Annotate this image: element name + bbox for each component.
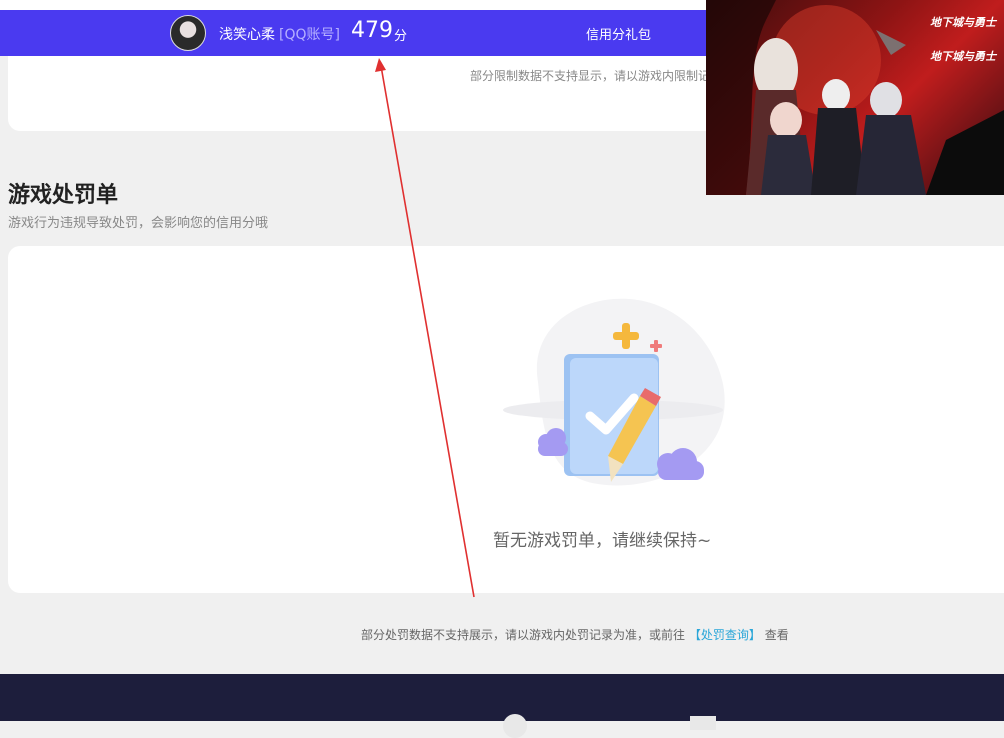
game-ad-banner[interactable]: 地下城与勇士 地下城与勇士: [706, 0, 1004, 195]
avatar[interactable]: [170, 15, 206, 51]
restriction-note: 部分限制数据不支持显示，请以游戏内限制记: [470, 69, 711, 83]
penalty-note-suffix: 查看: [764, 628, 789, 642]
credit-gift-link[interactable]: 信用分礼包: [586, 24, 651, 43]
footer: [0, 674, 1004, 738]
penalty-note: 部分处罚数据不支持展示，请以游戏内处罚记录为准，或前往 【处罚查询】 查看: [361, 626, 789, 643]
credit-score: 479: [351, 18, 393, 43]
penalty-section-subtitle: 游戏行为违规导致处罚，会影响您的信用分哦: [8, 216, 269, 231]
account-tag: [QQ账号]: [279, 27, 340, 43]
ad-logo-bottom: 地下城与勇士: [930, 50, 996, 63]
footer-wechat-icon[interactable]: [503, 714, 527, 738]
username: 浅笑心柔: [219, 27, 275, 43]
cloud-icon-small: [538, 428, 568, 456]
footer-app-icon[interactable]: [690, 716, 716, 730]
credit-score-unit: 分: [394, 29, 408, 44]
penalty-note-text: 部分处罚数据不支持展示，请以游戏内处罚记录为准，或前往: [361, 628, 686, 642]
penalty-query-link[interactable]: 【处罚查询】: [689, 628, 761, 642]
penalty-section-title: 游戏处罚单: [8, 183, 119, 208]
ad-logo-top: 地下城与勇士: [930, 16, 996, 29]
empty-folder-illustration: [503, 298, 725, 486]
empty-state-text: 暂无游戏罚单，请继续保持~: [493, 531, 712, 551]
